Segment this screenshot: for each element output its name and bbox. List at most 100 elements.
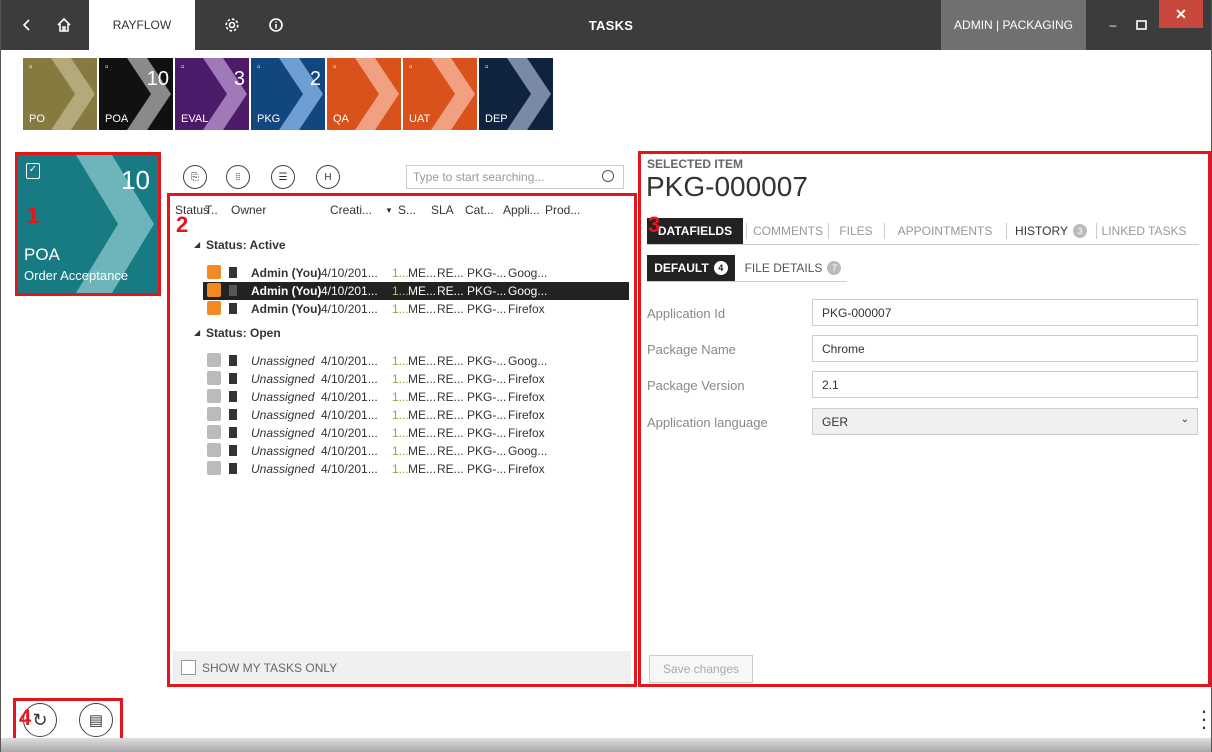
tab-history[interactable]: HISTORY 3 [1009,218,1097,244]
active-status-icon [207,265,221,279]
task-type-icon [229,373,237,384]
search-input[interactable]: Type to start searching... [406,165,624,189]
group-header[interactable]: Status: Active [206,238,286,252]
subtab-badge: 7 [827,261,842,275]
cell-cat: RE... [437,302,464,316]
clipboard-check-icon: ✓ [26,163,40,179]
table-row[interactable]: Unassigned 4/10/201... 1... ME... RE... PKG-.… [203,460,629,478]
cell-sla: ME... [408,462,437,476]
field-input[interactable]: PKG-000007 [812,299,1198,326]
subtab-default[interactable]: DEFAULT 4 [647,255,735,281]
cell-cat: RE... [437,284,464,298]
user-context-button[interactable]: ADMIN | PACKAGING [941,0,1086,50]
stage-tile-poa[interactable]: ▫ 10 POA [99,58,173,130]
show-my-tasks-label[interactable]: SHOW MY TASKS ONLY [202,661,337,675]
cell-app: PKG-... [467,302,507,316]
group-header[interactable]: Status: Open [206,326,281,340]
cell-sla: ME... [408,390,437,404]
save-changes-button[interactable]: Save changes [649,655,753,683]
chevron-down-icon: ⌄ [1180,414,1189,425]
cell-cat: RE... [437,266,464,280]
stage-tile-dep[interactable]: ▫ DEP [479,58,553,130]
more-options-icon[interactable]: · · · [1199,700,1209,738]
cell-owner: Unassigned [251,444,315,458]
tab-comments[interactable]: COMMENTS [751,218,829,244]
table-row[interactable]: Unassigned 4/10/201... 1... ME... RE... PKG-.… [203,370,629,388]
back-icon[interactable] [15,0,39,50]
window-title: TASKS [588,17,634,33]
selected-item-id: PKG-000007 [646,171,808,202]
cell-s: 1... [392,284,409,298]
table-row[interactable]: Admin (You) 4/10/201... 1... ME... RE... PKG-… [203,300,629,318]
cell-created: 4/10/201... [321,284,378,298]
assign-icon[interactable]: ⎘ [183,165,207,189]
stage-tile-eval[interactable]: ▫ 3 EVAL [175,58,249,130]
tab-badge: 3 [1072,224,1087,238]
stage-count: 2 [309,68,321,90]
cell-cat: RE... [437,444,464,458]
application-language-select[interactable]: GER ⌄ [812,408,1198,435]
bottom-edge [1,738,1211,752]
task-type-icon [229,267,237,278]
tab-label: APPOINTMENTS [897,224,993,238]
field-input[interactable]: Chrome [812,335,1198,362]
stage-tile-uat[interactable]: ▫ UAT [403,58,477,130]
columns-icon[interactable]: ⦙⦙ [226,165,250,189]
stage-label: POA [105,113,129,125]
show-my-tasks-checkbox[interactable] [181,660,196,675]
home-icon[interactable] [51,0,77,50]
table-row[interactable]: Unassigned 4/10/201... 1... ME... RE... PKG-.… [203,406,629,424]
column-header[interactable]: Appli... [503,203,540,217]
sort-desc-icon[interactable]: ▼ [385,206,393,215]
filter-icon[interactable]: ☰ [271,165,295,189]
column-header[interactable]: T.. [205,203,218,217]
cell-sla: ME... [408,444,437,458]
collapse-triangle-icon[interactable]: ◢ [194,240,200,249]
cell-cat: RE... [437,390,464,404]
column-header[interactable]: Creati... [330,203,372,217]
column-header[interactable]: S... [398,203,416,217]
tab-files[interactable]: FILES [831,218,885,244]
close-button[interactable]: ✕ [1159,0,1203,28]
stage-icon: ▫ [29,62,33,73]
tab-underline [647,244,1199,245]
table-row[interactable]: Unassigned 4/10/201... 1... ME... RE... PKG-.… [203,388,629,406]
stage-label: PKG [257,113,281,125]
list-view-icon[interactable]: ▤ [79,703,113,737]
column-header[interactable]: Cat... [465,203,494,217]
cell-created: 4/10/201... [321,354,378,368]
table-row[interactable]: Unassigned 4/10/201... 1... ME... RE... PKG-.… [203,442,629,460]
tab-appointments[interactable]: APPOINTMENTS [887,218,1007,244]
search-icon[interactable] [602,170,614,182]
stage-tile-pkg[interactable]: ▫ 2 PKG [251,58,325,130]
help-hotkey-icon[interactable]: H [316,165,340,189]
collapse-triangle-icon[interactable]: ◢ [194,328,200,337]
cell-owner: Unassigned [251,354,315,368]
column-header[interactable]: Owner [231,203,266,217]
table-row[interactable]: Admin (You) 4/10/201... 1... ME... RE... PKG-… [203,264,629,282]
cell-owner: Unassigned [251,390,315,404]
stage-tile-po[interactable]: ▫ PO [23,58,97,130]
maximize-button[interactable] [1129,0,1153,50]
minimize-button[interactable]: – [1101,0,1125,50]
stage-tile-qa[interactable]: ▫ QA [327,58,401,130]
stage-count: 10 [146,68,169,90]
table-row[interactable]: Unassigned 4/10/201... 1... ME... RE... PKG-.… [203,352,629,370]
subtab-underline [647,281,847,282]
cell-created: 4/10/201... [321,266,378,280]
info-icon[interactable] [263,0,289,50]
open-status-icon [207,389,221,403]
table-row[interactable]: Admin (You) 4/10/201... 1... ME... RE... PKG-… [203,282,629,300]
cell-prod: Firefox [508,302,545,316]
tab-datafields[interactable]: DATAFIELDS [647,218,747,244]
tab-linked-tasks[interactable]: LINKED TASKS [1099,218,1189,244]
tab-rayflow[interactable]: RAYFLOW [89,0,195,50]
gear-icon[interactable] [219,0,245,50]
field-input[interactable]: 2.1 [812,371,1198,398]
cell-app: PKG-... [467,462,507,476]
column-header[interactable]: Prod... [545,203,580,217]
subtab-file-details[interactable]: FILE DETAILS 7 [741,255,845,281]
table-row[interactable]: Unassigned 4/10/201... 1... ME... RE... PKG-.… [203,424,629,442]
column-header[interactable]: SLA [431,203,454,217]
cell-created: 4/10/201... [321,462,378,476]
